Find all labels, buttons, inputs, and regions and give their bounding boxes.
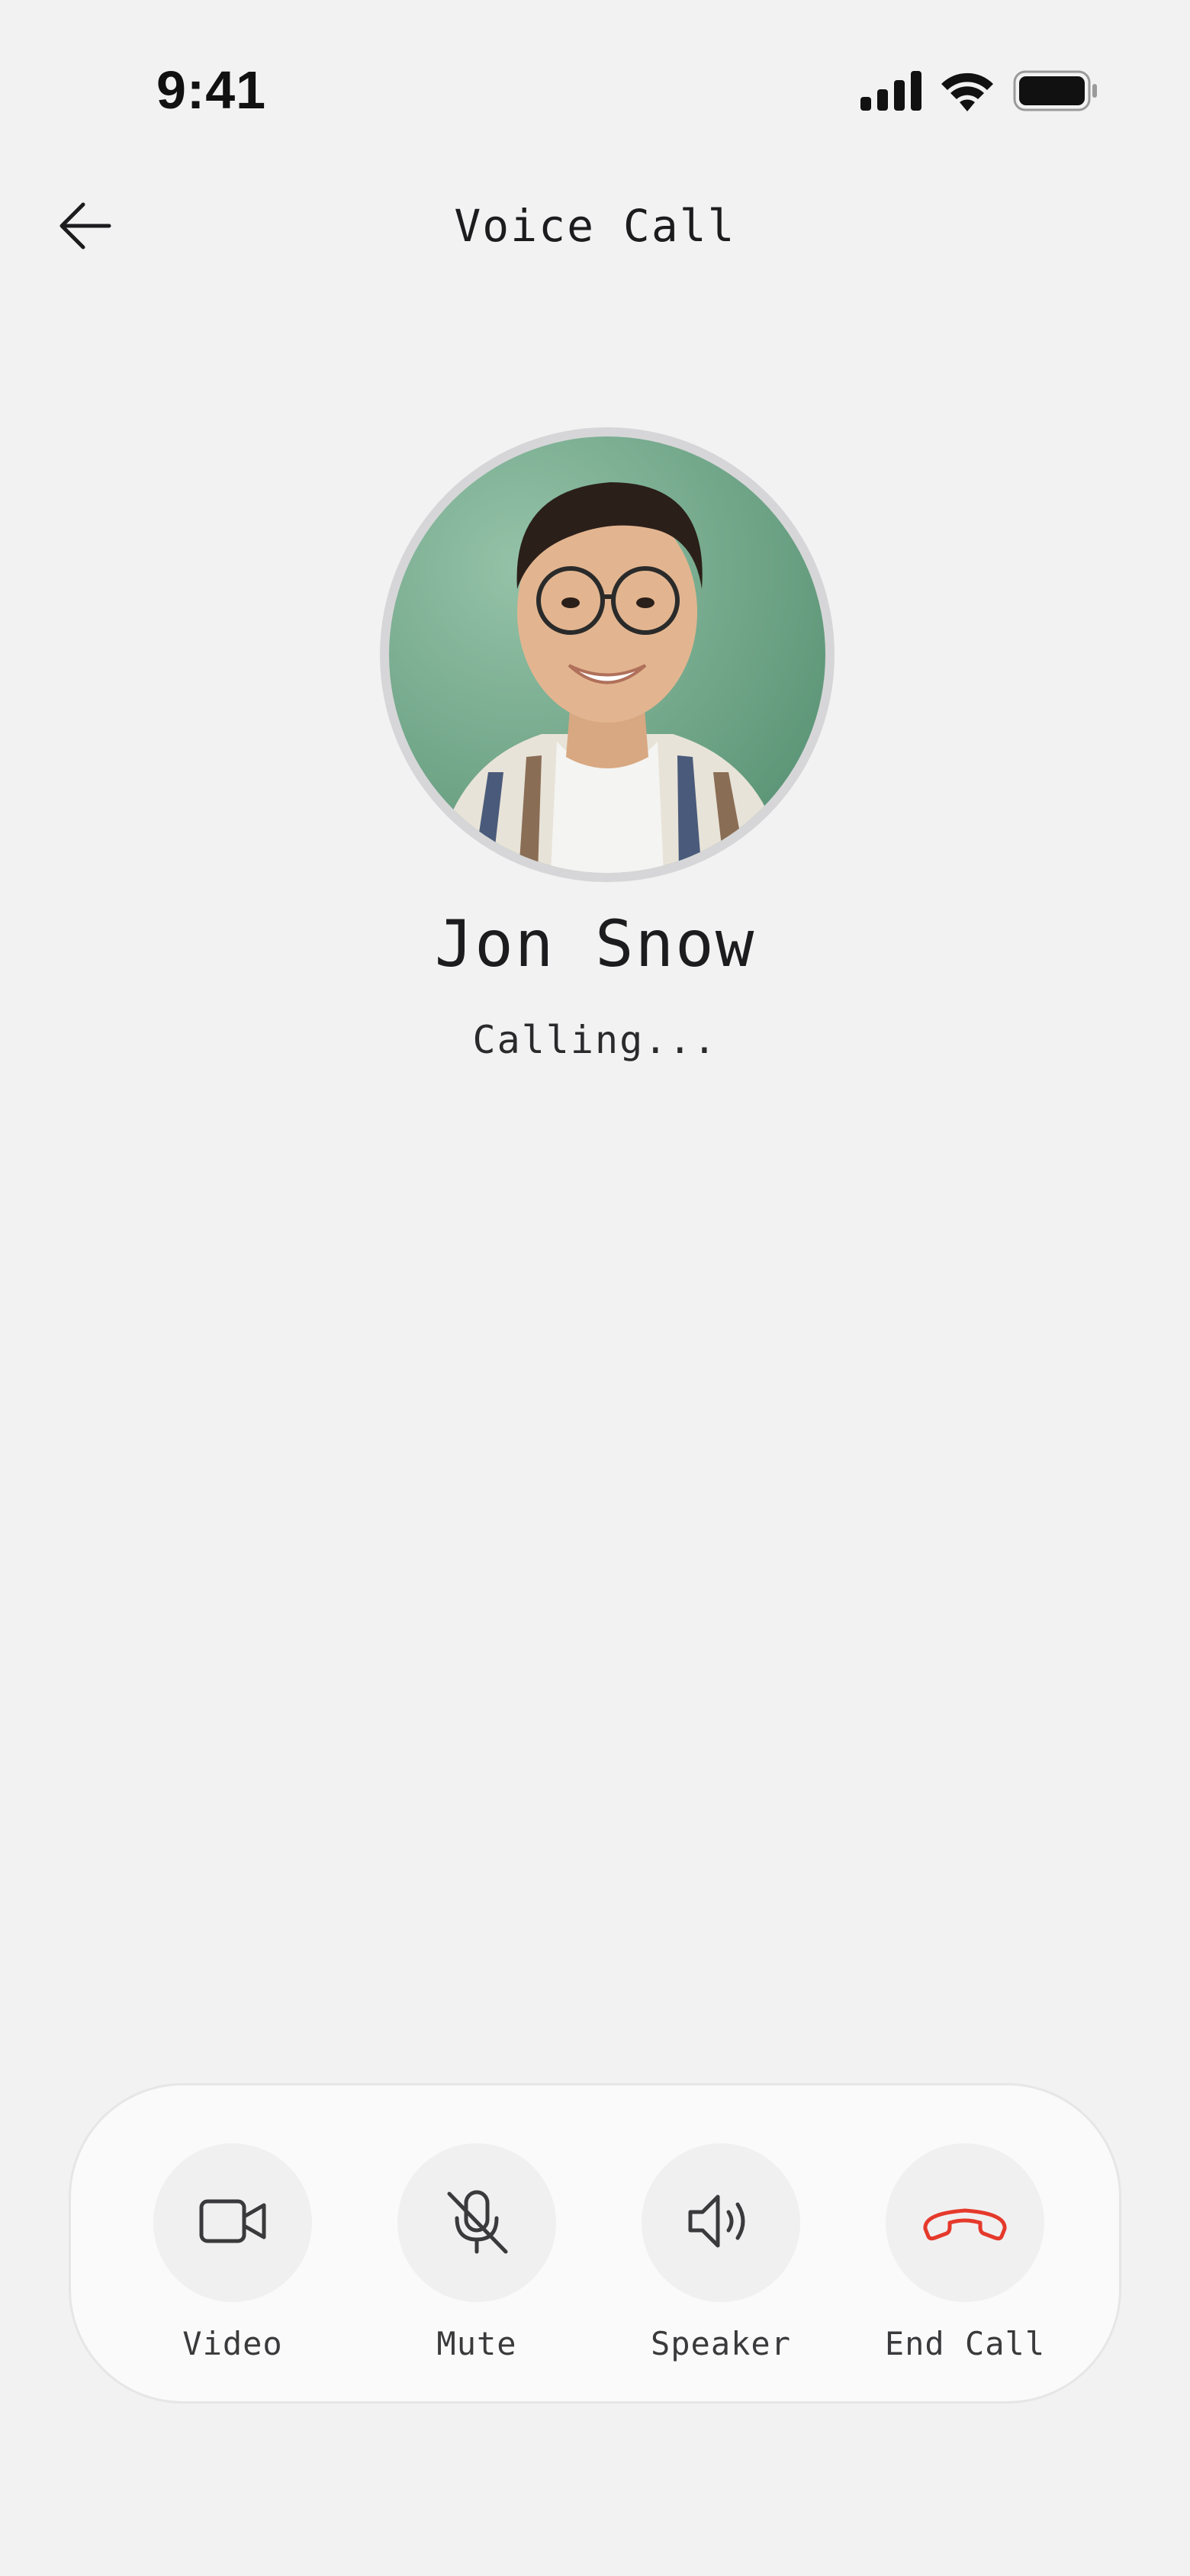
status-bar-icons	[860, 70, 1098, 114]
call-controls-panel: Video Mute Speaker End Call	[69, 2083, 1121, 2404]
wifi-icon	[940, 70, 995, 114]
battery-icon	[1013, 70, 1098, 114]
mute-button[interactable]: Mute	[378, 2143, 576, 2362]
status-bar-time: 9:41	[156, 60, 267, 120]
end-call-label: End Call	[884, 2325, 1046, 2362]
caller-avatar	[389, 436, 825, 873]
caller-avatar-ring	[380, 427, 835, 882]
mute-label: Mute	[436, 2325, 517, 2362]
video-camera-icon	[199, 2199, 266, 2246]
phone-hangup-icon	[921, 2200, 1009, 2246]
call-status: Calling...	[472, 1018, 718, 1062]
end-call-button-circle[interactable]	[886, 2143, 1044, 2302]
speaker-icon	[687, 2191, 754, 2255]
page-title: Voice Call	[454, 200, 736, 252]
caller-name: Jon Snow	[434, 906, 756, 981]
speaker-button[interactable]: Speaker	[622, 2143, 820, 2362]
cellular-signal-icon	[860, 71, 921, 114]
video-label: Video	[182, 2325, 283, 2362]
end-call-button[interactable]: End Call	[866, 2143, 1064, 2362]
video-button[interactable]: Video	[133, 2143, 332, 2362]
mic-off-icon	[443, 2188, 510, 2258]
speaker-button-circle[interactable]	[642, 2143, 800, 2302]
speaker-label: Speaker	[650, 2325, 791, 2362]
video-button-circle[interactable]	[153, 2143, 312, 2302]
mute-button-circle[interactable]	[397, 2143, 556, 2302]
